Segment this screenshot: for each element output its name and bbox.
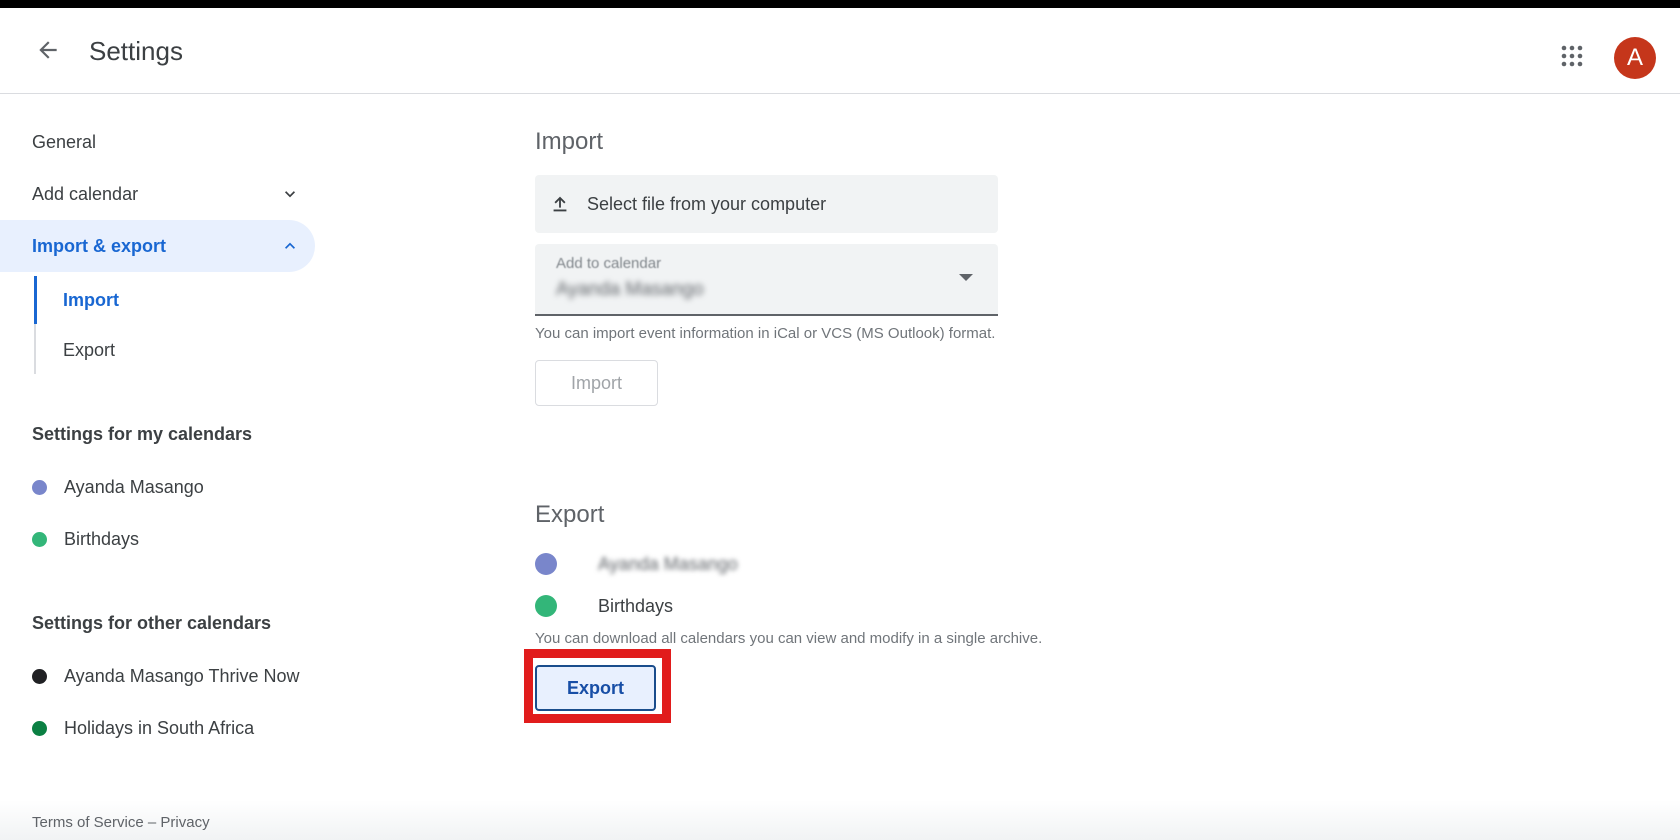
page-title: Settings: [89, 36, 183, 66]
sidebar-item-import-export[interactable]: Import & export: [0, 220, 315, 272]
dropdown-arrow-icon: [959, 274, 973, 281]
privacy-link[interactable]: Privacy: [160, 814, 209, 831]
chevron-down-icon: [285, 191, 295, 198]
my-calendars-heading: Settings for my calendars: [32, 424, 253, 444]
calendar-color-dot: [535, 595, 557, 617]
export-calendar-item[interactable]: Birthdays: [535, 591, 673, 621]
export-button[interactable]: Export: [535, 665, 656, 711]
sidebar-item-label: Add calendar: [32, 183, 139, 204]
upload-icon: [553, 196, 567, 212]
sidebar-subitem-import[interactable]: Import: [34, 276, 314, 324]
sidebar-item-general[interactable]: General: [0, 116, 315, 168]
sidebar-calendar-thrive-now[interactable]: Ayanda Masango Thrive Now: [0, 652, 315, 700]
export-section-title: Export: [535, 501, 605, 528]
calendar-color-dot: [32, 720, 47, 736]
select-label: Add to calendar: [556, 255, 662, 272]
export-calendar-item[interactable]: Ayanda Masango: [535, 549, 738, 579]
footer-links: Terms of Service – Privacy: [32, 814, 210, 831]
footer: Terms of Service – Privacy: [0, 800, 1680, 840]
sidebar-calendar-ayanda[interactable]: Ayanda Masango: [0, 463, 315, 511]
calendar-color-dot: [32, 668, 47, 684]
main-content: Import Select file from your computer Ad…: [524, 94, 1635, 794]
calendar-name: Ayanda Masango: [598, 553, 738, 574]
sidebar-item-label: Import & export: [32, 235, 167, 256]
add-to-calendar-select[interactable]: Add to calendar Ayanda Masango: [535, 244, 998, 316]
calendar-name: Birthdays: [598, 595, 674, 616]
calendar-color-dot: [32, 531, 47, 547]
sidebar-item-add-calendar[interactable]: Add calendar: [0, 168, 315, 220]
back-button[interactable]: [28, 30, 68, 70]
apps-grid-icon: [1561, 45, 1583, 67]
terms-link[interactable]: Terms of Service: [32, 814, 144, 831]
chevron-up-icon: [285, 242, 295, 249]
select-file-label: Select file from your computer: [587, 193, 827, 214]
calendar-name: Holidays in South Africa: [64, 717, 255, 738]
sidebar-calendar-birthdays[interactable]: Birthdays: [0, 515, 315, 563]
avatar[interactable]: A: [1614, 37, 1656, 79]
header: Settings A: [0, 8, 1680, 94]
top-strip: [0, 0, 1680, 8]
calendar-color-dot: [32, 479, 47, 495]
footer-separator: –: [147, 814, 157, 831]
sidebar-calendar-holidays[interactable]: Holidays in South Africa: [0, 704, 315, 752]
select-value: Ayanda Masango: [556, 279, 704, 300]
calendar-color-dot: [535, 553, 557, 575]
sidebar-subitem-label: Import: [63, 289, 119, 310]
calendar-name: Ayanda Masango Thrive Now: [64, 665, 300, 686]
arrow-back-icon: [39, 41, 57, 59]
calendar-name: Birthdays: [64, 528, 140, 549]
import-section-title: Import: [535, 128, 604, 155]
apps-button[interactable]: [1552, 36, 1592, 76]
sidebar-item-label: General: [32, 131, 97, 152]
sidebar-subitem-label: Export: [63, 339, 116, 360]
sidebar: General Add calendar Import & export Imp…: [0, 94, 320, 794]
export-helper-text: You can download all calendars you can v…: [535, 630, 1043, 647]
select-file-button[interactable]: Select file from your computer: [535, 175, 998, 233]
other-calendars-heading: Settings for other calendars: [32, 613, 272, 633]
import-helper-text: You can import event information in iCal…: [535, 325, 996, 342]
sidebar-subitem-export[interactable]: Export: [34, 326, 314, 374]
import-button[interactable]: Import: [535, 360, 658, 406]
calendar-name: Ayanda Masango: [64, 476, 204, 497]
